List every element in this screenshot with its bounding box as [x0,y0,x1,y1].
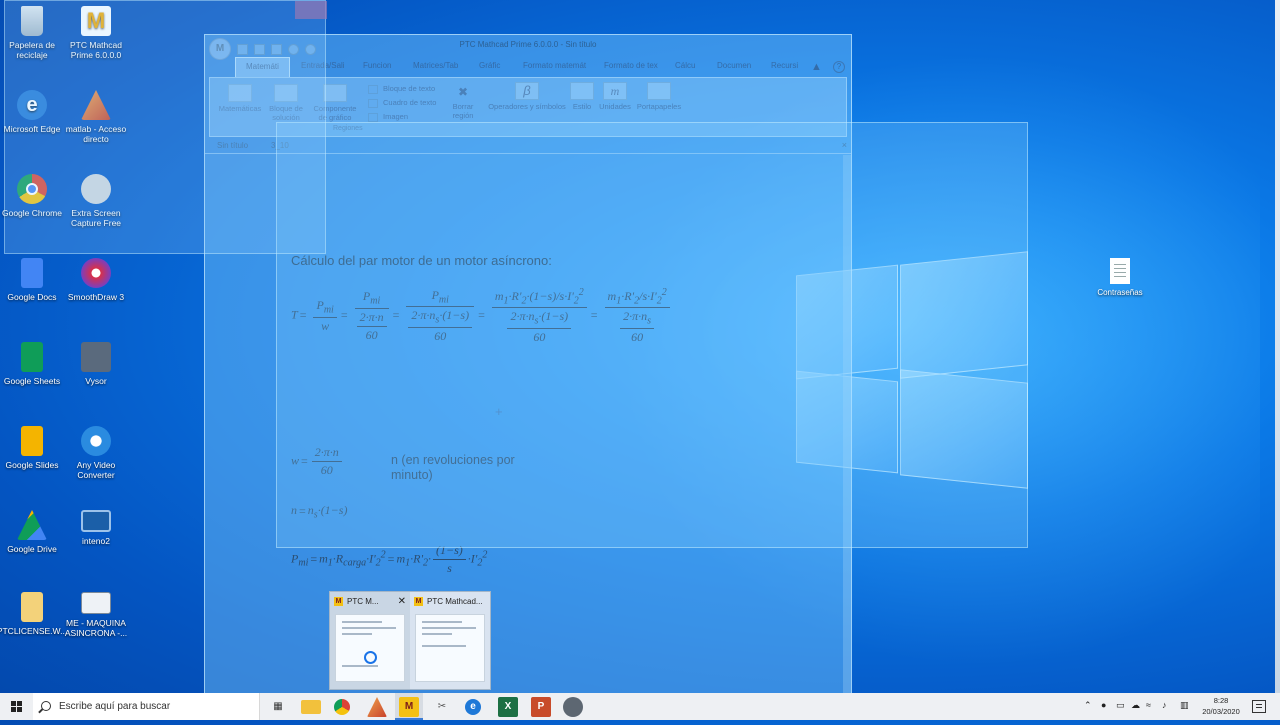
microphone-icon[interactable]: ● [1101,700,1106,710]
smoothdraw-icon [81,258,111,288]
taskbar: Escribe aquí para buscar ▦ M ✂ e X P ⌃ ●… [0,693,1280,720]
close-preview-button[interactable]: ✕ [398,596,406,607]
system-clock[interactable]: 8:28 20/03/2020 [1198,695,1244,717]
tab-formato-texto[interactable]: Formato de tex [604,61,658,70]
tab-matrices-tablas[interactable]: Matrices/Tab [413,61,458,70]
windows-start-icon [11,701,22,712]
google-sheets-icon [21,342,43,372]
peek-window-outline [276,122,1028,548]
tab-recursos[interactable]: Recursi [771,61,798,70]
tab-documento[interactable]: Documen [717,61,751,70]
wifi-icon[interactable]: ≈ [1146,700,1151,710]
screen-file-icon [81,510,111,532]
text-file-icon [1110,258,1130,284]
taskbar-thumbnail-preview[interactable]: M PTC M... ✕ M PTC Mathcad... [329,591,491,690]
desktop-icon-inteno2[interactable]: inteno2 [60,510,132,546]
desktop-file-contrasenas[interactable]: Contraseñas [1094,258,1146,297]
powerpoint-taskbar-icon[interactable]: P [531,697,551,717]
search-placeholder: Escribe aquí para buscar [59,701,171,712]
screen-capture-taskbar-icon[interactable] [563,697,583,717]
chrome-taskbar-icon[interactable] [334,699,350,715]
folder-file-icon [21,592,43,622]
mathcad-taskbar-icon[interactable]: M [399,697,419,717]
desktop-icon-smoothdraw[interactable]: SmoothDraw 3 [60,258,132,302]
document-icon [81,592,111,614]
matlab-taskbar-icon[interactable] [367,697,387,717]
desktop-icon-google-drive[interactable]: Google Drive [0,510,68,554]
preview-thumbnail-2 [415,614,485,682]
google-docs-icon [21,258,43,288]
battery-icon[interactable]: ▭ [1116,700,1125,711]
text-box-icon [368,98,378,108]
units-icon: m [603,82,627,100]
right-window-edge [1275,0,1280,693]
excel-taskbar-icon[interactable]: X [498,697,518,717]
google-slides-icon [21,426,43,456]
show-hidden-icons-chevron-icon[interactable]: ⌃ [1084,700,1092,711]
image-icon [368,112,378,122]
desktop-icon-ptclicense[interactable]: PTCLICENSE.W... [0,592,68,636]
tab-calculo[interactable]: Cálcu [675,61,695,70]
start-button[interactable] [0,693,33,720]
text-block-icon [368,84,378,94]
chart-component-icon [323,84,347,102]
loading-ring-icon [364,651,377,664]
preview-item-1[interactable]: M PTC M... ✕ [330,592,410,689]
desktop-icon-google-slides[interactable]: Google Slides [0,426,68,470]
file-explorer-icon[interactable] [301,700,321,714]
video-converter-icon [81,426,111,456]
borrar-region-button[interactable]: ✖ Borrar región [446,84,480,120]
desktop-icon-google-docs[interactable]: Google Docs [0,258,68,302]
clipboard-icon [647,82,671,100]
desktop-icon-any-video-converter[interactable]: Any Video Converter [60,426,132,480]
search-icon [41,701,51,711]
graduation-cap-icon[interactable]: ▲ [811,61,822,73]
unidades-button[interactable]: m Unidades [598,82,632,111]
desktop-icon-me-maquina[interactable]: ME - MAQUINA ASINCRONA -... [60,592,132,638]
help-icon[interactable]: ? [833,61,845,73]
edge-taskbar-icon[interactable]: e [465,699,481,715]
style-icon [570,82,594,100]
window-edge-accent [295,1,327,19]
bloque-texto-button[interactable]: Bloque de texto [368,84,435,94]
imagen-button[interactable]: Imagen [368,112,408,122]
mathcad-small-icon: M [414,597,423,607]
snipping-tool-icon[interactable]: ✂ [432,697,452,717]
onedrive-icon[interactable]: ☁ [1131,700,1140,711]
clock-time: 8:28 [1213,696,1229,705]
google-drive-icon [17,510,47,540]
beta-icon: β [515,82,539,100]
peek-window-outline-small [4,0,327,254]
mathcad-small-icon: M [334,597,343,607]
notification-icon[interactable] [1252,700,1266,713]
tab-funciones[interactable]: Funcion [363,61,391,70]
eraser-icon: ✖ [457,85,469,99]
tab-graficos[interactable]: Gráfic [479,61,500,70]
estilo-button[interactable]: Estilo [568,82,596,111]
desktop-icon-vysor[interactable]: Vysor [60,342,132,386]
preview-item-2[interactable]: M PTC Mathcad... [410,592,490,689]
desktop-icon-google-sheets[interactable]: Google Sheets [0,342,68,386]
clock-date: 20/03/2020 [1202,707,1240,716]
portapapeles-button[interactable]: Portapapeles [636,82,682,111]
operadores-simbolos-button[interactable]: β Operadores y símbolos [486,82,568,111]
vysor-icon [81,342,111,372]
task-view-icon[interactable]: ▦ [268,697,288,717]
cuadro-texto-button[interactable]: Cuadro de texto [368,98,436,108]
language-icon[interactable]: ▥ [1180,700,1189,711]
tab-formato-matematico[interactable]: Formato matemát [523,61,586,70]
preview-thumbnail-1 [335,614,405,682]
search-box[interactable]: Escribe aquí para buscar [33,693,260,720]
volume-icon[interactable]: ♪ [1162,700,1167,710]
